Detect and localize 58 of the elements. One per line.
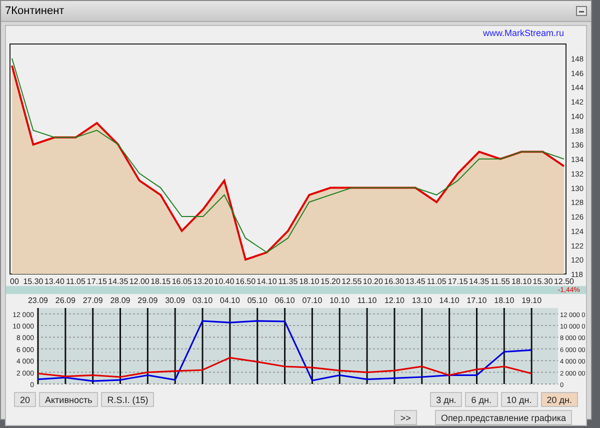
x-tick-label: 18.10	[299, 277, 320, 286]
date-label: 10.10	[330, 296, 350, 305]
date-label: 03.10	[192, 296, 213, 305]
date-label: 28.09	[110, 296, 130, 305]
x-tick-label: 15.20	[320, 277, 340, 286]
x-tick-label: 15.30	[532, 277, 553, 286]
date-label: 07.10	[302, 296, 322, 305]
x-tick-label: 10.40	[214, 277, 234, 286]
website-link[interactable]: www.MarkStream.ru	[482, 28, 564, 40]
date-label: 17.10	[466, 296, 487, 305]
x-tick-label: 13.45	[405, 277, 426, 286]
period-button[interactable]: 20 дн.	[540, 392, 578, 407]
indicator-button[interactable]: R.S.I. (15)	[101, 392, 154, 407]
date-label: 27.09	[82, 296, 103, 305]
x-tick-label: 14.10	[256, 277, 277, 286]
x-tick-label: 13.40	[44, 277, 64, 286]
x-tick-label: 00	[10, 277, 19, 286]
x-tick-label: 12.50	[554, 277, 574, 286]
x-tick-label: 11.05	[426, 277, 446, 286]
x-tick-label: 14.35	[108, 277, 128, 286]
indicator-button[interactable]: Активность	[39, 392, 98, 407]
period-button[interactable]: 10 дн.	[500, 392, 538, 407]
x-tick-label: 16.50	[236, 277, 256, 286]
x-tick-label: 18.10	[512, 277, 532, 286]
window-title: 7Континент	[5, 5, 64, 17]
date-label: 14.10	[439, 296, 460, 305]
x-tick-label: 11.55	[490, 277, 510, 286]
x-tick-label: 16.05	[172, 277, 192, 286]
date-label: 06.10	[274, 296, 295, 305]
date-label: 12.10	[384, 296, 404, 305]
x-tick-label: 11.35	[278, 277, 298, 286]
date-label: 19.10	[522, 296, 542, 305]
date-label: 26.09	[55, 296, 76, 305]
x-tick-label: 10.20	[362, 277, 383, 286]
view-button[interactable]: Опер.представление графика	[434, 410, 572, 425]
date-label: 23.09	[28, 296, 48, 305]
x-tick-label: 16.30	[384, 277, 404, 286]
x-tick-label: 14.35	[469, 277, 490, 286]
date-label: 29.09	[138, 296, 158, 305]
period-button[interactable]: 6 дн.	[465, 392, 498, 407]
scroll-button[interactable]: >>	[394, 410, 417, 425]
x-tick-label: 17.15	[86, 277, 107, 286]
date-label: 05.10	[247, 296, 268, 305]
date-label: 18.10	[494, 296, 514, 305]
x-tick-label: 12.55	[342, 277, 362, 286]
x-tick-label: 15.30	[23, 277, 44, 286]
period-button[interactable]: 3 дн.	[430, 392, 462, 407]
date-label: 04.10	[220, 296, 240, 305]
restore-icon[interactable]	[576, 6, 587, 16]
x-tick-label: 12.00	[129, 277, 150, 286]
date-label: 13.10	[412, 296, 432, 305]
x-tick-label: 13.20	[193, 277, 214, 286]
x-tick-label: 11.05	[66, 277, 86, 286]
indicator-button[interactable]: 20	[14, 392, 36, 407]
date-label: 11.10	[357, 296, 377, 305]
x-tick-label: 18.15	[150, 277, 171, 286]
x-tick-label: 17.15	[448, 277, 468, 286]
date-label: 30.09	[165, 296, 186, 305]
